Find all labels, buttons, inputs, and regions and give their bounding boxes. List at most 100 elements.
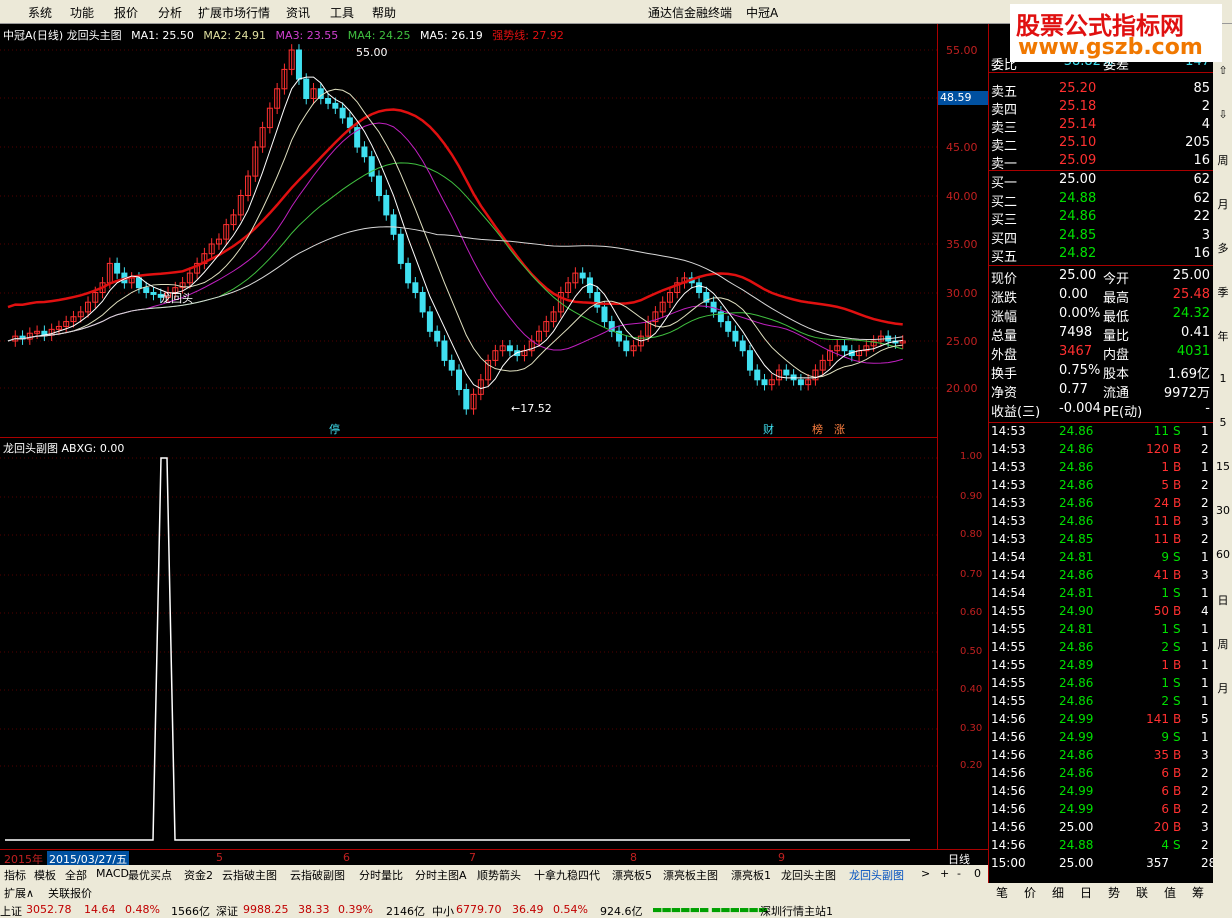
ask-row: 卖三 25.14 4 (989, 117, 1214, 136)
tab-volume-ratio[interactable]: 分时量比 (359, 867, 403, 883)
menu-function[interactable]: 功能 (70, 4, 94, 21)
candle-body (332, 102, 339, 109)
tab-nav-next[interactable]: > (921, 867, 930, 880)
tick-side: B (1173, 514, 1182, 528)
tab-pretty5[interactable]: 漂亮板5 (612, 867, 652, 883)
tab-longhuitou-sub[interactable]: 龙回头副图 (849, 867, 904, 883)
candle-body (361, 146, 368, 158)
panel-tab[interactable]: 势 (1108, 884, 1120, 901)
tick-volume: 4 (1161, 838, 1169, 852)
candle-body (325, 98, 332, 104)
candle-body (725, 321, 732, 332)
candle-body (405, 262, 412, 284)
tab-pretty-main[interactable]: 漂亮板主图 (663, 867, 718, 883)
stat-row: 现价 25.00 今开 25.00 (989, 268, 1214, 287)
stat-row-label2: 流通 (1103, 386, 1130, 401)
candle-body (412, 282, 419, 293)
tab-nav-minus[interactable]: - (957, 867, 961, 880)
toolbar-button[interactable]: 年 (1215, 328, 1231, 344)
toolbar-button[interactable]: 周 (1215, 636, 1231, 652)
stat-row-label2: 量比 (1103, 329, 1130, 344)
panel-tab[interactable]: 值 (1164, 884, 1176, 901)
toolbar-button[interactable]: ⇧ (1215, 64, 1231, 77)
bid-row-label: 买五 (991, 250, 1018, 265)
ma4-line (7, 162, 903, 350)
tab-pretty1[interactable]: 漂亮板1 (731, 867, 771, 883)
panel-tab[interactable]: 筹 (1192, 884, 1204, 901)
candle-body (150, 292, 157, 295)
zx-change: 36.49 (512, 903, 544, 916)
y-tick-sub: 0.30 (960, 723, 983, 734)
related-quote-button[interactable]: 关联报价 (48, 885, 92, 901)
tab-indicator[interactable]: 指标 (4, 867, 26, 883)
menu-info[interactable]: 资讯 (286, 4, 310, 21)
menu-ext-market[interactable]: 扩展市场行情 (198, 4, 270, 21)
tab-fund2[interactable]: 资金2 (184, 867, 213, 883)
toolbar-button[interactable]: 30 (1215, 504, 1231, 517)
stat-row-value: 9972万 (1163, 386, 1210, 401)
tick-count: 1 (1201, 694, 1209, 708)
tab-best-buy[interactable]: 最优买点 (128, 867, 172, 883)
toolbar-button[interactable]: 60 (1215, 548, 1231, 561)
panel-tab[interactable]: 日 (1080, 884, 1092, 901)
tick-volume: 9 (1161, 550, 1169, 564)
bid-row-price: 25.00 (1059, 172, 1097, 187)
panel-tab[interactable]: 细 (1052, 884, 1064, 901)
stat-row-price: 25.00 (1059, 268, 1097, 283)
sub-indicator-chart[interactable] (0, 454, 937, 849)
toolbar-button[interactable]: 1 (1215, 372, 1231, 385)
panel-tab[interactable]: 联 (1136, 884, 1148, 901)
tab-trend-arrow[interactable]: 顺势箭头 (477, 867, 521, 883)
toolbar-button[interactable]: 15 (1215, 460, 1231, 473)
tick-side: B (1173, 802, 1182, 816)
tick-time: 15:00 (991, 856, 1026, 870)
tab-template[interactable]: 模板 (34, 867, 56, 883)
ext-expand-button[interactable]: 扩展∧ (4, 885, 34, 901)
toolbar-button[interactable]: 周 (1215, 152, 1231, 168)
panel-tab[interactable]: 笔 (996, 884, 1008, 901)
tick-price: 24.89 (1059, 658, 1094, 672)
tab-shinaj[interactable]: 十拿九稳四代 (534, 867, 600, 883)
tick-price: 24.81 (1059, 586, 1094, 600)
bid-row: 买五 24.82 16 (989, 246, 1214, 265)
tab-cloud-sub[interactable]: 云指破副图 (290, 867, 345, 883)
toolbar-button[interactable]: 5 (1215, 416, 1231, 429)
tick-side: B (1173, 532, 1182, 546)
menu-system[interactable]: 系统 (28, 4, 52, 21)
main-chart[interactable]: 中冠A(日线) 龙回头主图 MA1: 25.50 MA2: 24.91 MA3:… (0, 24, 937, 438)
tab-cloud-main[interactable]: 云指破主图 (222, 867, 277, 883)
menu-tools[interactable]: 工具 (330, 4, 354, 21)
tick-count: 1 (1201, 676, 1209, 690)
y-tick-main: 20.00 (946, 382, 978, 395)
menu-analysis[interactable]: 分析 (158, 4, 182, 21)
tick-count: 2 (1201, 838, 1209, 852)
tab-all[interactable]: 全部 (65, 867, 87, 883)
toolbar-button[interactable]: 月 (1215, 196, 1231, 212)
tick-price: 24.86 (1059, 694, 1094, 708)
tab-intraday-a[interactable]: 分时主图A (415, 867, 467, 883)
tick-row: 14:55 24.86 2 S 1 (989, 694, 1214, 712)
tick-volume: 1 (1161, 676, 1169, 690)
stat-row-price: 0.00% (1059, 306, 1101, 321)
tick-volume: 2 (1161, 694, 1169, 708)
tab-nav-zero[interactable]: 0 (974, 867, 981, 880)
status-bar: 上证 3052.78 14.64 0.48% 1566亿 深证 9988.25 … (0, 900, 1232, 918)
menu-quote[interactable]: 报价 (114, 4, 138, 21)
tab-nav-plus[interactable]: + (940, 867, 949, 880)
tick-side: S (1173, 694, 1181, 708)
toolbar-button[interactable]: 月 (1215, 680, 1231, 696)
toolbar-button[interactable]: 日 (1215, 592, 1231, 608)
tick-count: 1 (1201, 460, 1209, 474)
tick-row: 14:56 24.86 35 B 3 (989, 748, 1214, 766)
tab-macd[interactable]: MACD (96, 867, 129, 880)
menu-help[interactable]: 帮助 (372, 4, 396, 21)
tab-longhuitou-main[interactable]: 龙回头主图 (781, 867, 836, 883)
toolbar-button[interactable]: ⇩ (1215, 108, 1231, 121)
tick-price: 24.88 (1059, 838, 1094, 852)
tick-row: 14:53 24.86 5 B 2 (989, 478, 1214, 496)
panel-tab[interactable]: 价 (1024, 884, 1036, 901)
stat-row-label: 现价 (991, 272, 1018, 287)
toolbar-button[interactable]: 多 (1215, 240, 1231, 256)
ma2-line (7, 88, 903, 378)
toolbar-button[interactable]: 季 (1215, 284, 1231, 300)
